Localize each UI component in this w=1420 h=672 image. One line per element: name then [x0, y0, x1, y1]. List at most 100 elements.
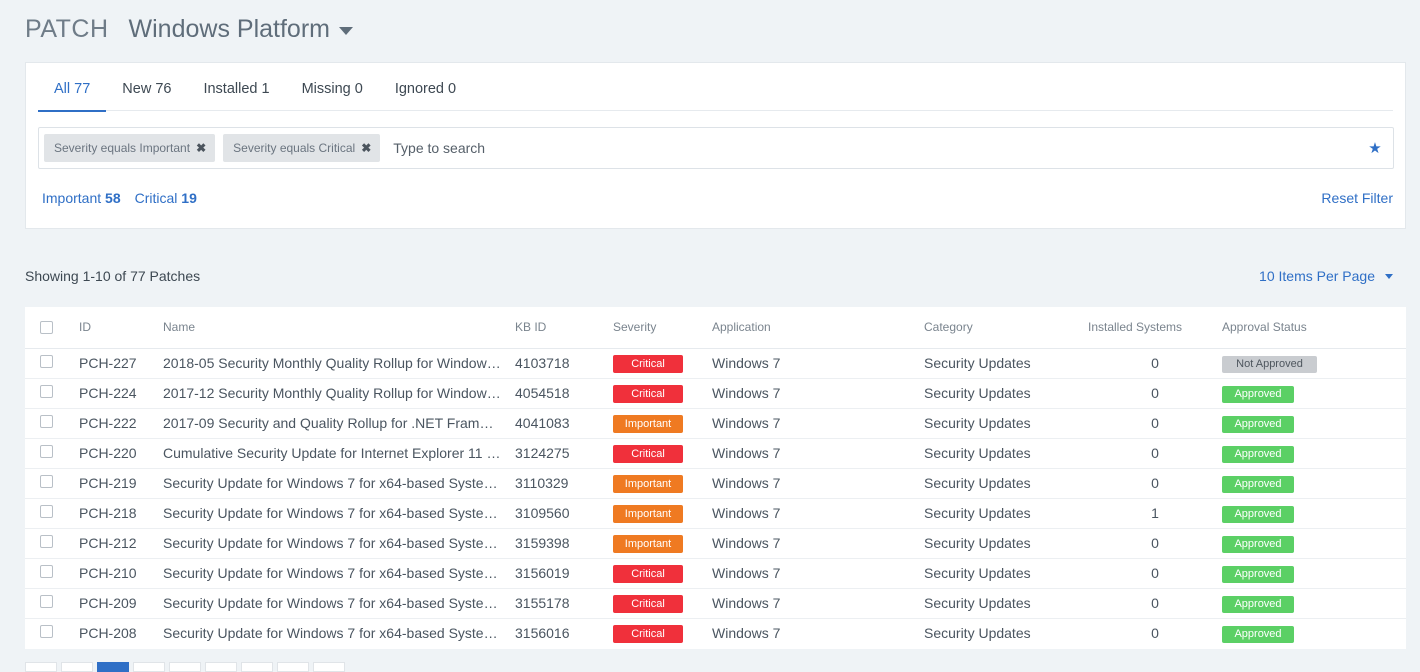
cell-name[interactable]: Security Update for Windows 7 for x64-ba…: [163, 528, 515, 559]
cell-kb-id: 3156019: [515, 558, 613, 589]
patch-table-card: ID Name KB ID Severity Application Categ…: [25, 307, 1406, 649]
cell-application: Windows 7: [712, 528, 924, 559]
quick-filter-important[interactable]: Important 58: [42, 190, 121, 206]
column-header-application[interactable]: Application: [712, 307, 924, 349]
table-row[interactable]: PCH-210 Security Update for Windows 7 for…: [25, 558, 1406, 589]
page-button[interactable]: [313, 662, 345, 672]
cell-name[interactable]: 2017-12 Security Monthly Quality Rollup …: [163, 378, 515, 409]
table-row[interactable]: PCH-219 Security Update for Windows 7 for…: [25, 468, 1406, 499]
severity-badge: Critical: [613, 354, 683, 373]
approval-status-badge: Approved: [1222, 385, 1294, 403]
reset-filter-link[interactable]: Reset Filter: [1321, 190, 1393, 206]
cell-kb-id: 4041083: [515, 408, 613, 439]
select-all-checkbox[interactable]: [40, 320, 53, 334]
search-bar: Severity equals Important ✖ Severity equ…: [38, 127, 1394, 169]
page-button[interactable]: [61, 662, 93, 672]
severity-badge: Critical: [613, 564, 683, 583]
table-row[interactable]: PCH-227 2018-05 Security Monthly Quality …: [25, 348, 1406, 379]
cell-application: Windows 7: [712, 408, 924, 439]
close-icon[interactable]: ✖: [196, 141, 206, 155]
cell-installed-systems: 1: [1088, 498, 1222, 529]
table-row[interactable]: PCH-220 Cumulative Security Update for In…: [25, 438, 1406, 469]
column-header-id[interactable]: ID: [79, 307, 163, 349]
cell-kb-id: 3156016: [515, 625, 570, 642]
cell-id: PCH-209: [79, 588, 163, 619]
cell-category: Security Updates: [924, 378, 1088, 409]
table-row[interactable]: PCH-224 2017-12 Security Monthly Quality …: [25, 378, 1406, 409]
status-tabs: All 77 New 76 Installed 1 Missing 0 Igno…: [38, 63, 1393, 112]
cell-kb-id: 3110329: [515, 468, 613, 499]
cell-category: Security Updates: [924, 558, 1088, 589]
cell-name[interactable]: 2018-05 Security Monthly Quality Rollup …: [163, 348, 515, 379]
severity-badge: Important: [613, 534, 683, 553]
row-checkbox[interactable]: [40, 414, 53, 428]
page-button-current[interactable]: [97, 662, 129, 672]
row-checkbox[interactable]: [40, 594, 53, 608]
page-button[interactable]: [241, 662, 273, 672]
page-header: PATCH Windows Platform: [25, 12, 353, 46]
cell-id: PCH-220: [79, 438, 163, 469]
table-row[interactable]: PCH-208 Security Update for Windows 7 for…: [25, 618, 1406, 648]
star-icon[interactable]: ★: [1363, 139, 1387, 157]
cell-installed-systems: 0: [1088, 348, 1222, 379]
quick-filter-critical[interactable]: Critical 19: [135, 190, 197, 206]
cell-installed-systems: 0: [1088, 468, 1222, 499]
column-header-name[interactable]: Name: [163, 307, 515, 349]
cell-name[interactable]: Security Update for Windows 7 for x64-ba…: [163, 618, 515, 648]
tab-new[interactable]: New 76: [106, 63, 187, 111]
page-button[interactable]: [25, 662, 57, 672]
severity-badge: Important: [613, 414, 683, 433]
row-checkbox[interactable]: [40, 444, 53, 458]
cell-name[interactable]: 2017-09 Security and Quality Rollup for …: [163, 408, 515, 439]
tab-missing[interactable]: Missing 0: [286, 63, 379, 111]
table-header-row: ID Name KB ID Severity Application Categ…: [25, 307, 1406, 349]
row-checkbox[interactable]: [40, 564, 53, 578]
patch-table: ID Name KB ID Severity Application Categ…: [25, 307, 1406, 648]
cell-category: Security Updates: [924, 348, 1088, 379]
page-button[interactable]: [133, 662, 165, 672]
cell-name[interactable]: Security Update for Windows 7 for x64-ba…: [163, 558, 515, 589]
tab-installed[interactable]: Installed 1: [187, 63, 285, 111]
row-checkbox[interactable]: [40, 354, 53, 368]
cell-installed-systems: 0: [1088, 588, 1222, 619]
approval-status-badge: Approved: [1222, 505, 1294, 523]
column-header-category[interactable]: Category: [924, 307, 1088, 349]
cell-name[interactable]: Security Update for Windows 7 for x64-ba…: [163, 588, 515, 619]
table-row[interactable]: PCH-212 Security Update for Windows 7 for…: [25, 528, 1406, 559]
table-row[interactable]: PCH-218 Security Update for Windows 7 for…: [25, 498, 1406, 529]
approval-status-badge: Not Approved: [1222, 355, 1317, 373]
close-icon[interactable]: ✖: [361, 141, 371, 155]
platform-dropdown[interactable]: Windows Platform: [129, 15, 353, 44]
table-body: PCH-227 2018-05 Security Monthly Quality …: [25, 348, 1406, 648]
row-checkbox[interactable]: [40, 504, 53, 518]
column-header-approval-status[interactable]: Approval Status: [1222, 307, 1406, 349]
column-header-kb-id[interactable]: KB ID: [515, 307, 613, 349]
table-row[interactable]: PCH-222 2017-09 Security and Quality Roll…: [25, 408, 1406, 439]
quick-filter-count: 58: [105, 190, 121, 206]
row-checkbox[interactable]: [40, 384, 53, 398]
cell-name[interactable]: Security Update for Windows 7 for x64-ba…: [163, 468, 515, 499]
row-checkbox[interactable]: [40, 534, 53, 548]
cell-name[interactable]: Cumulative Security Update for Internet …: [163, 438, 515, 469]
approval-status-badge: Approved: [1222, 625, 1294, 643]
column-header-severity[interactable]: Severity: [613, 307, 712, 349]
quick-filter-label: Important: [42, 190, 102, 206]
cell-kb-id: 3155178: [515, 588, 613, 619]
cell-id: PCH-224: [79, 378, 163, 409]
approval-status-badge: Approved: [1222, 595, 1294, 613]
page-button[interactable]: [277, 662, 309, 672]
column-header-installed-systems[interactable]: Installed Systems: [1088, 307, 1222, 349]
page-button[interactable]: [205, 662, 237, 672]
table-row[interactable]: PCH-209 Security Update for Windows 7 for…: [25, 588, 1406, 619]
page-button[interactable]: [169, 662, 201, 672]
cell-name[interactable]: Security Update for Windows 7 for x64-ba…: [163, 498, 515, 529]
search-input[interactable]: [388, 133, 1363, 163]
row-checkbox[interactable]: [40, 625, 53, 639]
tab-all[interactable]: All 77: [38, 63, 107, 112]
cell-id: PCH-222: [79, 408, 163, 439]
items-per-page-dropdown[interactable]: 10 Items Per Page: [1259, 268, 1393, 284]
cell-category: Security Updates: [924, 625, 1031, 642]
row-checkbox[interactable]: [40, 474, 53, 488]
tab-ignored[interactable]: Ignored 0: [379, 63, 472, 111]
severity-badge: Critical: [613, 444, 683, 463]
